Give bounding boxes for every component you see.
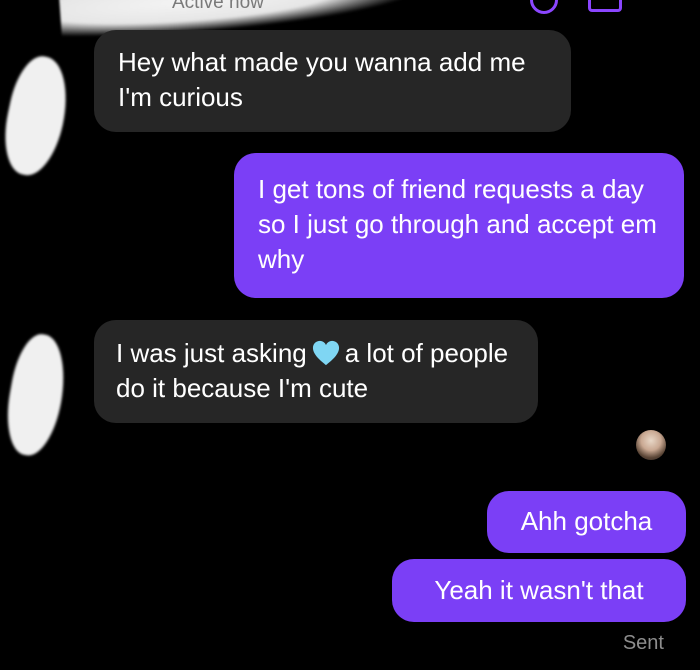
seen-avatar bbox=[636, 430, 666, 460]
message-text: I get tons of friend requests a day so I… bbox=[258, 174, 657, 274]
message-bubble-outgoing[interactable]: Yeah it wasn't that bbox=[392, 559, 686, 622]
read-receipt-status: Sent bbox=[622, 632, 664, 654]
message-text: I was just asking bbox=[116, 338, 307, 368]
message-text: Hey what made you wanna add me I'm curio… bbox=[118, 47, 526, 112]
blue-heart-icon bbox=[312, 340, 339, 366]
message-text: Ahh gotcha bbox=[520, 506, 653, 536]
message-bubble-incoming[interactable]: I was just asking a lot of people do it b… bbox=[94, 320, 538, 423]
message-bubble-incoming[interactable]: Hey what made you wanna add me I'm curio… bbox=[94, 30, 571, 132]
message-bubble-outgoing[interactable]: Ahh gotcha bbox=[487, 491, 686, 553]
phone-call-icon[interactable] bbox=[530, 0, 558, 14]
message-text: Yeah it wasn't that bbox=[434, 575, 644, 605]
video-call-icon[interactable] bbox=[588, 0, 622, 12]
active-status: Active now bbox=[172, 0, 264, 13]
redacted-avatar bbox=[0, 330, 73, 460]
message-bubble-outgoing[interactable]: I get tons of friend requests a day so I… bbox=[234, 153, 684, 298]
redacted-avatar bbox=[0, 51, 76, 181]
